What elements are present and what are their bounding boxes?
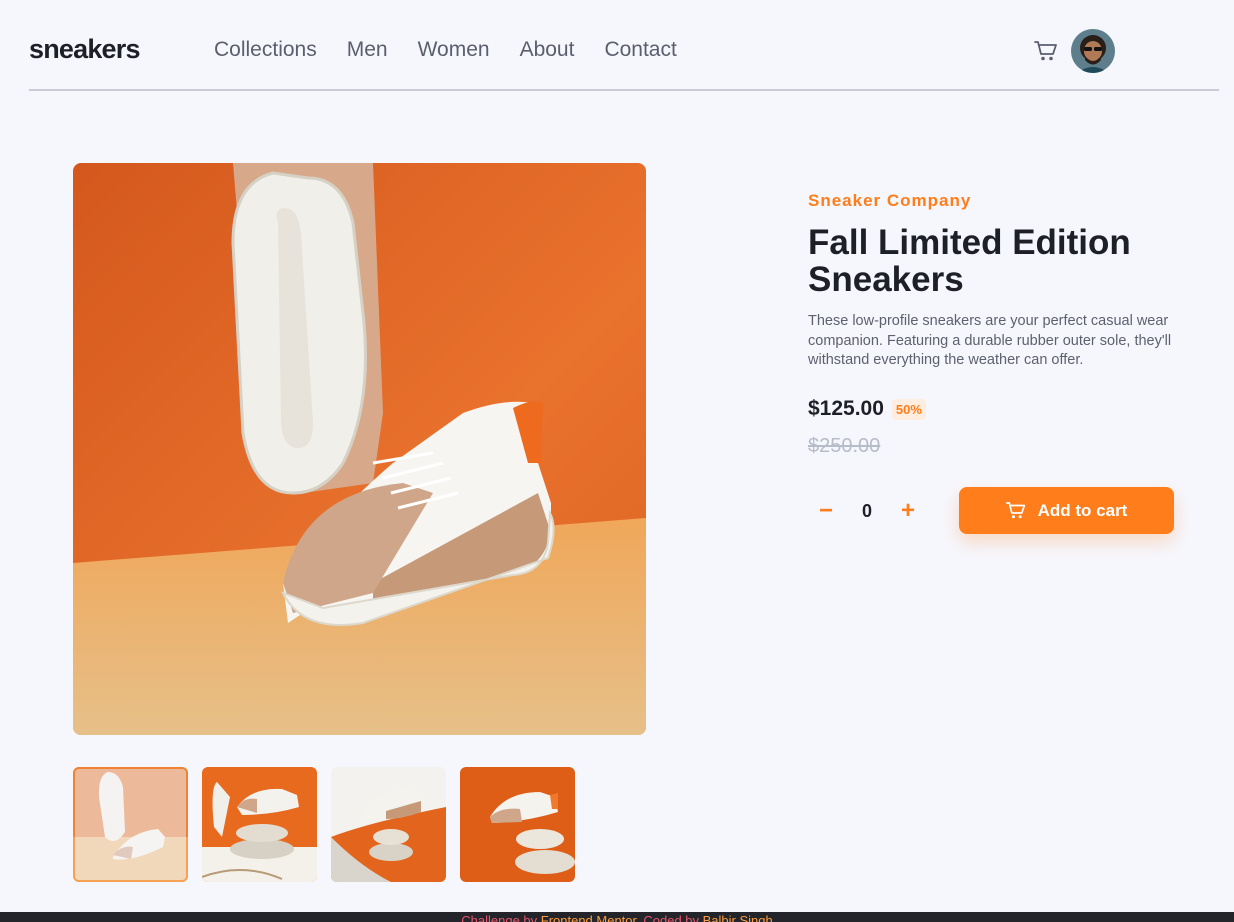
increase-quantity-button[interactable]: + (890, 489, 926, 533)
price-row: $125.00 50% (808, 397, 926, 421)
product-thumbnail-4[interactable] (460, 767, 575, 882)
frontend-mentor-link[interactable]: Frontend Mentor (541, 913, 636, 922)
nav-women[interactable]: Women (418, 38, 490, 62)
product-thumbnail-2[interactable] (202, 767, 317, 882)
quantity-stepper: − 0 + (808, 489, 926, 533)
attribution-prefix: Challenge by (461, 913, 541, 922)
cart-icon[interactable] (1034, 40, 1058, 62)
product-thumbnail-1[interactable] (73, 767, 188, 882)
product-title: Fall Limited Edition Sneakers (808, 223, 1131, 299)
nav-collections[interactable]: Collections (214, 38, 317, 62)
nav-men[interactable]: Men (347, 38, 388, 62)
company-name: Sneaker Company (808, 191, 972, 210)
cart-icon (1005, 502, 1025, 519)
discount-badge: 50% (891, 398, 926, 420)
main-nav: Collections Men Women About Contact (214, 38, 707, 62)
attribution-middle: . Coded by (636, 913, 703, 922)
site-header: sneakers Collections Men Women About Con… (29, 0, 1219, 91)
nav-about[interactable]: About (520, 38, 575, 62)
current-price: $125.00 (808, 397, 884, 420)
product-description: These low-profile sneakers are your perf… (808, 313, 1172, 368)
avatar[interactable] (1071, 29, 1115, 73)
attribution-footer: Challenge by Frontend Mentor. Coded by B… (0, 912, 1234, 922)
thumbnail-strip (73, 767, 575, 882)
author-link[interactable]: Balbir Singh (703, 913, 773, 922)
attribution-text: Challenge by Frontend Mentor. Coded by B… (0, 914, 1234, 922)
logo[interactable]: sneakers (29, 34, 141, 65)
add-to-cart-button[interactable]: Add to cart (959, 487, 1174, 534)
product-thumbnail-3[interactable] (331, 767, 446, 882)
nav-contact[interactable]: Contact (604, 38, 676, 62)
decrease-quantity-button[interactable]: − (808, 489, 844, 533)
add-to-cart-label: Add to cart (1037, 500, 1128, 520)
main-product-image[interactable] (73, 163, 646, 735)
original-price: $250.00 (808, 435, 881, 457)
quantity-value: 0 (861, 500, 872, 521)
